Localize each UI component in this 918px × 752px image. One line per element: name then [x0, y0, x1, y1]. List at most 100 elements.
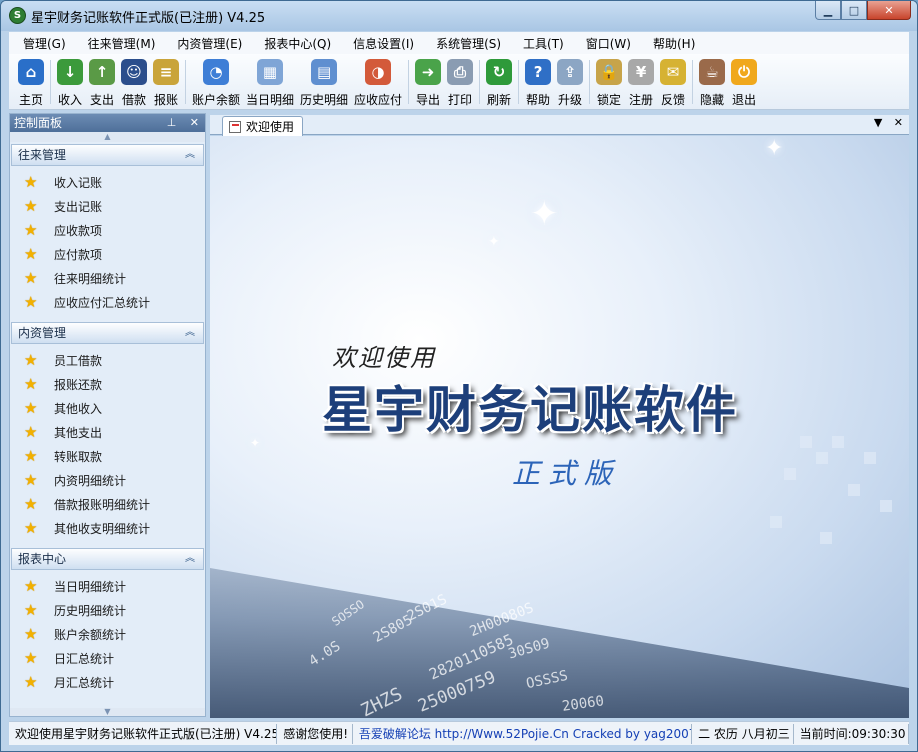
- title-bar[interactable]: S 星宇财务记账软件正式版(已注册) V4.25 ▁ □ ✕: [1, 1, 917, 31]
- panel-scroll-up[interactable]: ▲: [10, 132, 205, 142]
- toolbar-button[interactable]: ☺ 借款: [118, 54, 150, 108]
- nav-group-title: 内资管理: [18, 326, 67, 340]
- maximize-button[interactable]: □: [841, 1, 867, 20]
- toolbar-button[interactable]: ☕ 隐藏: [696, 54, 728, 108]
- nav-item-label: 应收应付汇总统计: [54, 295, 151, 310]
- nav-item[interactable]: ★ 应收款项: [10, 218, 205, 242]
- menu-item[interactable]: 帮助(H): [645, 35, 703, 52]
- panel-scroll-down[interactable]: ▼: [10, 708, 205, 716]
- menu-item[interactable]: 管理(G): [15, 35, 74, 52]
- home-icon: ⌂: [18, 59, 44, 85]
- nav-item-label: 其他收入: [54, 401, 103, 416]
- star-icon: ★: [24, 293, 38, 311]
- collapse-icon[interactable]: ︽: [185, 323, 195, 343]
- toolbar-button[interactable]: ≡ 报账: [150, 54, 182, 108]
- status-cell: 感谢您使用!: [277, 723, 353, 744]
- tab-welcome[interactable]: 欢迎使用: [222, 116, 304, 136]
- sparkle-icon: ✦: [765, 136, 784, 161]
- toolbar-button-label: 当日明细: [246, 93, 295, 107]
- star-icon: ★: [24, 269, 38, 287]
- menu-item[interactable]: 报表中心(Q): [256, 35, 339, 52]
- toolbar-button[interactable]: ¥ 注册: [625, 54, 657, 108]
- close-button[interactable]: ✕: [867, 1, 911, 20]
- menu-item[interactable]: 内资管理(E): [169, 35, 250, 52]
- toolbar-button[interactable]: ◔ 账户余额: [189, 54, 243, 108]
- pin-icon[interactable]: ⊥: [167, 116, 177, 129]
- toolbar-button[interactable]: ↻ 刷新: [483, 54, 515, 108]
- nav-group-items: ★ 员工借款 ★ 报账还款 ★ 其他收入 ★ 其他支出 ★ 转账取款 ★ 内资明细统计 ★ 借款报账明细统…: [10, 344, 205, 546]
- toolbar-button[interactable]: ⇪ 升级: [554, 54, 586, 108]
- nav-group-header[interactable]: 报表中心 ︽: [11, 548, 204, 570]
- toolbar-button[interactable]: ⌂ 主页: [15, 54, 47, 108]
- welcome-line: 欢迎使用: [332, 344, 436, 372]
- nav-group-header[interactable]: 往来管理 ︽: [11, 144, 204, 166]
- toolbar-button[interactable]: ▤ 历史明细: [297, 54, 351, 108]
- star-icon: ★: [24, 423, 38, 441]
- nav-groups: 往来管理 ︽ ★ 收入记账 ★ 支出记账 ★ 应收款项 ★ 应付款项 ★ 往来明细统计 ★ 应收应付汇总统…: [10, 144, 205, 700]
- nav-item[interactable]: ★ 月汇总统计: [10, 670, 205, 694]
- toolbar-button[interactable]: ▦ 当日明细: [243, 54, 297, 108]
- nav-item[interactable]: ★ 收入记账: [10, 170, 205, 194]
- nav-item[interactable]: ★ 借款报账明细统计: [10, 492, 205, 516]
- nav-item[interactable]: ★ 应收应付汇总统计: [10, 290, 205, 314]
- star-icon: ★: [24, 577, 38, 595]
- nav-group-title: 报表中心: [18, 552, 67, 566]
- welcome-page: ✦ ✦ ✦ ✦ 欢迎使用 星宇财务记账软件 正式版 2S805 2S01S 28…: [210, 136, 909, 718]
- gauge-icon: ◑: [365, 59, 392, 85]
- nav-item[interactable]: ★ 其他收入: [10, 396, 205, 420]
- toolbar-button[interactable]: ➜ 导出: [412, 54, 444, 108]
- menu-item[interactable]: 信息设置(I): [345, 35, 422, 52]
- star-icon: ★: [24, 519, 38, 537]
- tab-list-dropdown-icon[interactable]: ▼: [874, 116, 882, 129]
- star-icon: ★: [24, 173, 38, 191]
- tab-welcome-label: 欢迎使用: [246, 120, 295, 134]
- toolbar-button[interactable]: ⎙ 打印: [444, 54, 476, 108]
- nav-item[interactable]: ★ 往来明细统计: [10, 266, 205, 290]
- nav-item[interactable]: ★ 其他支出: [10, 420, 205, 444]
- nav-item[interactable]: ★ 内资明细统计: [10, 468, 205, 492]
- nav-item[interactable]: ★ 账户余额统计: [10, 622, 205, 646]
- feedback-icon: ✉: [660, 59, 687, 85]
- status-link[interactable]: 吾爱破解论坛 http://Www.52Pojie.Cn Cracked by …: [353, 723, 693, 744]
- toolbar-separator: [50, 60, 51, 104]
- toolbar-button-label: 支出: [89, 93, 114, 107]
- star-icon: ★: [24, 399, 38, 417]
- toolbar-button[interactable]: 🔒 锁定: [593, 54, 625, 108]
- star-icon: ★: [24, 673, 38, 691]
- nav-item-label: 往来明细统计: [54, 271, 127, 286]
- nav-item[interactable]: ★ 当日明细统计: [10, 574, 205, 598]
- star-icon: ★: [24, 221, 38, 239]
- nav-item[interactable]: ★ 报账还款: [10, 372, 205, 396]
- toolbar-button[interactable]: ✉ 反馈: [657, 54, 689, 108]
- menu-item[interactable]: 系统管理(S): [428, 35, 509, 52]
- status-cell: 当前时间:09:30:30: [794, 723, 909, 744]
- toolbar-button-label: 锁定: [597, 93, 622, 107]
- main-window: S 星宇财务记账软件正式版(已注册) V4.25 ▁ □ ✕ 管理(G) 往来管理…: [0, 0, 918, 752]
- toolbar-button[interactable]: ↑ 支出: [86, 54, 118, 108]
- nav-group-header[interactable]: 内资管理 ︽: [11, 322, 204, 344]
- nav-item[interactable]: ★ 员工借款: [10, 348, 205, 372]
- exit-icon: ⏻: [731, 59, 758, 85]
- nav-item[interactable]: ★ 日汇总统计: [10, 646, 205, 670]
- collapse-icon[interactable]: ︽: [185, 145, 195, 165]
- toolbar-button[interactable]: ? 帮助: [522, 54, 554, 108]
- nav-item[interactable]: ★ 应付款项: [10, 242, 205, 266]
- toolbar-button[interactable]: ◑ 应收应付: [351, 54, 405, 108]
- toolbar-button[interactable]: ⏻ 退出: [728, 54, 760, 108]
- nav-item-label: 历史明细统计: [54, 603, 127, 618]
- tab-controls: ▼ ✕: [866, 116, 903, 129]
- star-icon: ★: [24, 447, 38, 465]
- menu-item[interactable]: 窗口(W): [578, 35, 639, 52]
- panel-close-icon[interactable]: ✕: [190, 116, 199, 129]
- minimize-button[interactable]: ▁: [815, 1, 841, 20]
- nav-item[interactable]: ★ 支出记账: [10, 194, 205, 218]
- menu-item[interactable]: 工具(T): [515, 35, 572, 52]
- nav-item[interactable]: ★ 历史明细统计: [10, 598, 205, 622]
- toolbar-button[interactable]: ↓ 收入: [54, 54, 86, 108]
- collapse-icon[interactable]: ︽: [185, 549, 195, 569]
- tab-close-icon[interactable]: ✕: [894, 116, 903, 129]
- toolbar-button-label: 报账: [153, 93, 178, 107]
- menu-item[interactable]: 往来管理(M): [80, 35, 164, 52]
- nav-item[interactable]: ★ 其他收支明细统计: [10, 516, 205, 540]
- nav-item[interactable]: ★ 转账取款: [10, 444, 205, 468]
